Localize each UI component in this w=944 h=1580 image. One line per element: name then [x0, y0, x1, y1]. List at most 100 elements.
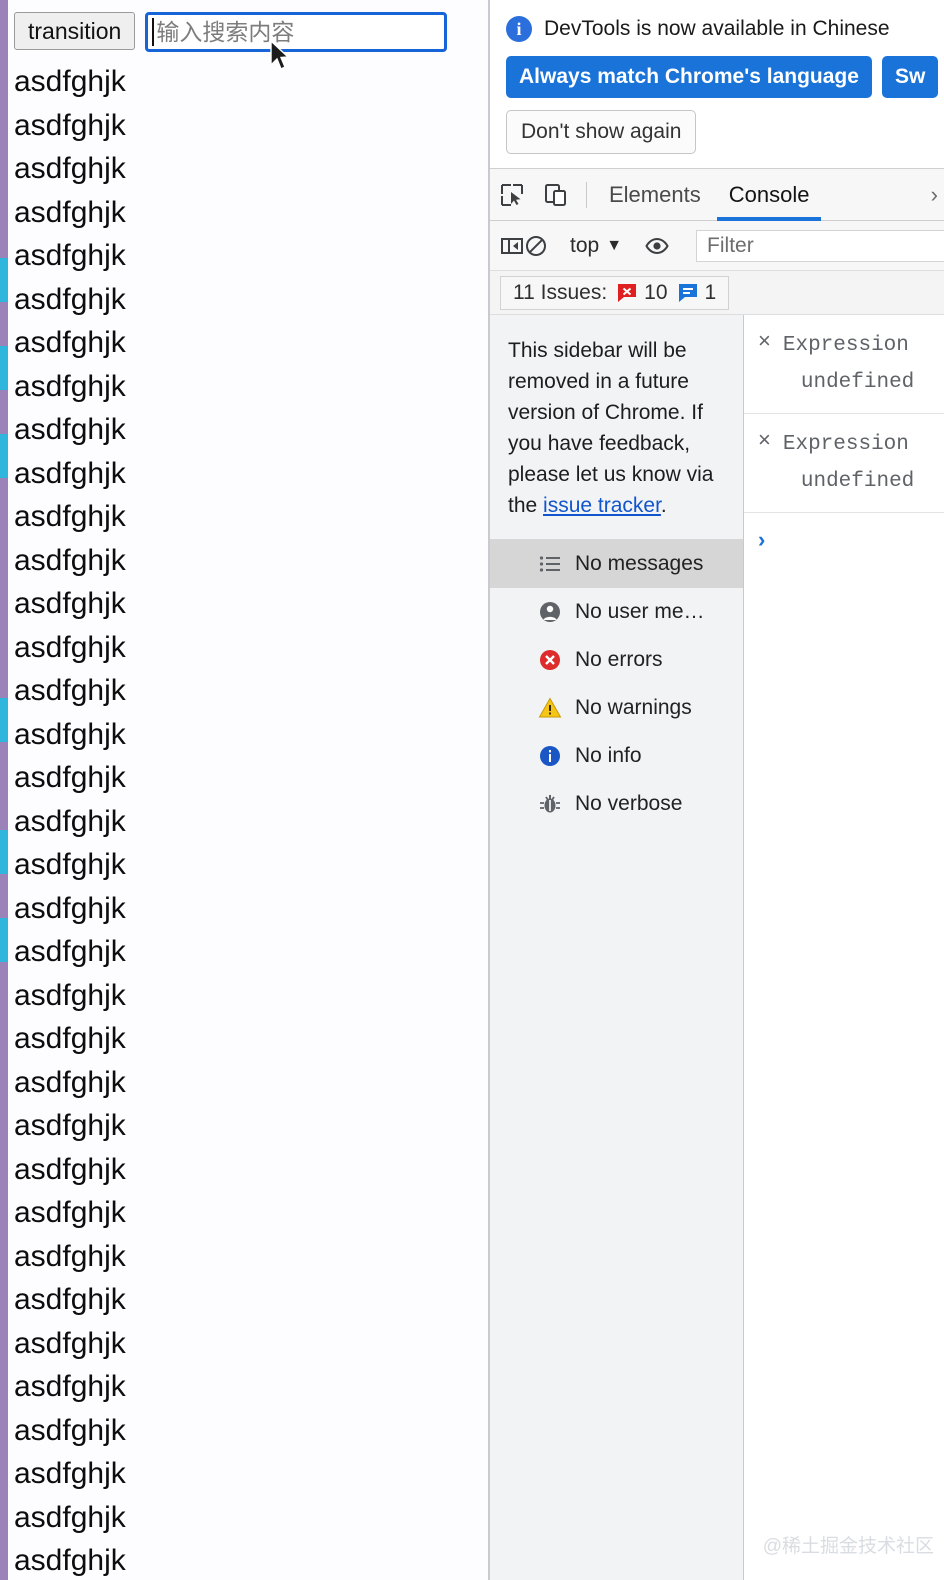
issues-bar: 11 Issues: 10 1 — [490, 271, 944, 315]
sidebar-item-no-warnings[interactable]: No warnings — [490, 684, 743, 732]
list-item: asdfghjk — [14, 1152, 126, 1186]
page-controls-row: transition — [0, 0, 488, 70]
list-item: asdfghjk — [14, 1326, 126, 1360]
error-icon — [538, 648, 562, 672]
chevron-right-icon[interactable]: › — [931, 182, 944, 208]
info-icon: i — [506, 16, 532, 42]
console-sidebar: This sidebar will be removed in a future… — [490, 315, 744, 1580]
console-message-expression: Expression — [782, 334, 909, 357]
error-issue-icon — [618, 283, 637, 302]
list-item: asdfghjk — [14, 1065, 126, 1099]
list-item: asdfghjk — [14, 1239, 126, 1273]
console-message: × Expression undefined — [744, 315, 944, 414]
scroll-strip-segment — [0, 258, 8, 302]
console-prompt[interactable]: › — [744, 513, 944, 553]
sidebar-item-label: No info — [575, 744, 642, 767]
list-item: asdfghjk — [14, 239, 126, 272]
search-field-wrapper — [145, 12, 448, 70]
list-item: asdfghjk — [14, 891, 126, 925]
app-root: transition asdfghjkasdfghjkasdfghjkasdfg… — [0, 0, 944, 1580]
console-message: × Expression undefined — [744, 414, 944, 513]
filter-input[interactable] — [696, 229, 944, 262]
scroll-strip-segment — [0, 0, 8, 258]
console-message-value: undefined — [800, 371, 915, 394]
sidebar-filter-list: No messages No user me… No errors No warnin… — [490, 540, 743, 828]
sidebar-toggle-icon[interactable] — [500, 224, 524, 268]
remove-expression-icon[interactable]: × — [758, 327, 771, 401]
list-item: asdfghjk — [14, 848, 126, 881]
bug-icon — [538, 792, 562, 816]
issues-info-badge: 1 — [677, 280, 717, 305]
scroll-strip-segment — [0, 874, 8, 918]
sidebar-item-no-info[interactable]: No info — [490, 732, 743, 780]
sidebar-item-no-user-me[interactable]: No user me… — [490, 588, 743, 636]
devtools-pane: i DevTools is now available in Chinese A… — [490, 0, 944, 1580]
sidebar-notice-text-2: . — [660, 494, 667, 517]
sidebar-item-no-errors[interactable]: No errors — [490, 636, 743, 684]
console-message-value: undefined — [800, 470, 915, 493]
result-list: asdfghjk asdfghjk asdfghjk asdfghjk asdfghjk… — [0, 60, 488, 1580]
issues-label: 11 Issues: — [513, 280, 608, 304]
search-input[interactable] — [145, 12, 448, 52]
banner-message: DevTools is now available in Chinese — [544, 17, 890, 40]
sidebar-item-label: No errors — [575, 648, 663, 671]
execution-context-select[interactable]: top ▼ — [564, 234, 628, 258]
language-banner: i DevTools is now available in Chinese A… — [490, 0, 944, 169]
sidebar-deprecation-notice: This sidebar will be removed in a future… — [490, 315, 743, 540]
issues-chip[interactable]: 11 Issues: 10 1 — [500, 275, 730, 310]
dont-show-again-button[interactable]: Don't show again — [506, 110, 697, 154]
tab-elements-label: Elements — [609, 181, 701, 207]
devtools-tabbar: Elements Console › — [490, 169, 944, 221]
chevron-down-icon: ▼ — [606, 236, 623, 254]
remove-expression-icon[interactable]: × — [758, 426, 771, 500]
scroll-strip-segment — [0, 346, 8, 390]
list-item: asdfghjk — [14, 543, 126, 577]
list-item: asdfghjk — [14, 1500, 126, 1534]
clear-console-icon[interactable] — [524, 224, 548, 268]
sidebar-item-label: No verbose — [575, 792, 683, 815]
tab-elements[interactable]: Elements — [595, 169, 715, 221]
transition-button[interactable]: transition — [14, 12, 136, 50]
sidebar-item-no-messages[interactable]: No messages — [490, 540, 743, 588]
scroll-strip-segment — [0, 302, 8, 346]
list-item: asdfghjk — [14, 761, 126, 794]
scroll-strip-segment — [0, 830, 8, 874]
person-icon — [538, 600, 562, 624]
list-item: asdfghjk — [14, 630, 126, 664]
list-item: asdfghjk — [14, 1370, 126, 1403]
live-expression-icon[interactable] — [644, 224, 670, 268]
console-toolbar: top ▼ — [490, 221, 944, 271]
list-item: asdfghjk — [14, 65, 126, 98]
list-item: asdfghjk — [14, 195, 126, 229]
list-item: asdfghjk — [14, 674, 126, 707]
page-scroll-strip[interactable] — [0, 0, 8, 1580]
scroll-strip-segment — [0, 918, 8, 962]
more-tabs-glyph: › — [930, 181, 938, 207]
banner-secondary-actions: Don't show again — [506, 110, 944, 154]
sidebar-item-no-verbose[interactable]: No verbose — [490, 780, 743, 828]
issues-error-badge: 10 — [616, 281, 668, 305]
device-toolbar-icon[interactable] — [534, 173, 578, 217]
issues-info-count: 1 — [704, 280, 717, 304]
switch-language-button[interactable]: Sw — [881, 56, 939, 98]
scroll-strip-segment — [0, 434, 8, 478]
sidebar-item-label: No user me… — [575, 600, 705, 623]
sidebar-item-label: No warnings — [575, 696, 692, 719]
list-item: asdfghjk — [14, 1457, 126, 1490]
issue-tracker-link[interactable]: issue tracker — [543, 494, 661, 517]
console-message-expression: Expression — [782, 433, 909, 456]
list-item: asdfghjk — [14, 282, 126, 316]
always-match-chrome-language-button[interactable]: Always match Chrome's language — [506, 56, 872, 98]
list-item: asdfghjk — [14, 152, 126, 185]
list-item: asdfghjk — [14, 108, 126, 142]
list-item: asdfghjk — [14, 1413, 126, 1447]
console-body: This sidebar will be removed in a future… — [490, 315, 944, 1580]
scroll-strip-segment — [0, 390, 8, 434]
info-issue-icon — [678, 283, 697, 302]
web-page-pane: transition asdfghjkasdfghjkasdfghjkasdfg… — [0, 0, 490, 1580]
list-item: asdfghjk — [14, 717, 126, 751]
list-item: asdfghjk — [14, 1109, 126, 1142]
inspect-element-icon[interactable] — [490, 173, 534, 217]
list-item: asdfghjk — [14, 326, 126, 359]
tab-console[interactable]: Console — [715, 169, 824, 221]
